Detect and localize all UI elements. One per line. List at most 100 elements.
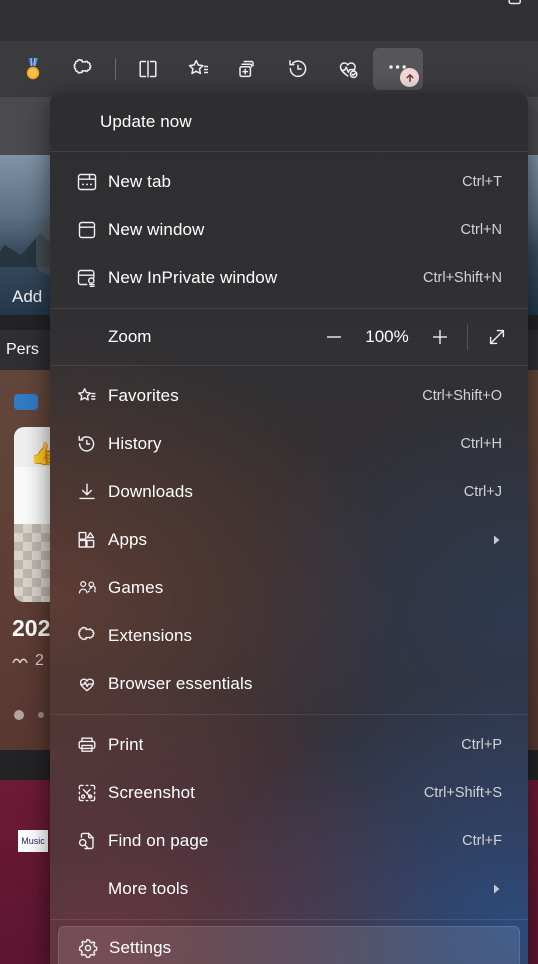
toolbar-settings-and-more-button[interactable]	[373, 48, 423, 90]
downloads-icon	[66, 481, 108, 503]
menu-item-downloads[interactable]: Downloads Ctrl+J	[58, 468, 520, 516]
menu-item-accelerator: Ctrl+P	[461, 737, 502, 753]
menu-item-label: New window	[108, 220, 205, 239]
menu-item-label: Settings	[109, 938, 172, 957]
reaction-icon	[12, 658, 28, 664]
feed-card-title: 202	[12, 615, 51, 641]
menu-item-label: History	[108, 434, 162, 453]
chevron-right-icon	[488, 883, 506, 895]
menu-item-accelerator: Ctrl+F	[462, 833, 502, 849]
minimize-icon	[462, 0, 476, 4]
menu-item-accelerator: Ctrl+T	[462, 174, 502, 190]
feed-source-icon	[14, 394, 38, 410]
apps-grid-icon	[66, 529, 108, 551]
menu-item-label: New tab	[108, 172, 172, 191]
menu-item-label: Extensions	[108, 626, 193, 645]
menu-item-label: Print	[108, 735, 144, 754]
carousel-dots[interactable]	[14, 710, 44, 720]
extensions-puzzle-icon	[71, 57, 95, 81]
toolbar-divider	[115, 58, 116, 80]
heartbeat-icon	[335, 56, 361, 82]
minimize-button[interactable]	[446, 0, 492, 12]
personalize-label: Pers	[6, 341, 39, 358]
menu-item-find-on-page[interactable]: Find on page Ctrl+F	[58, 817, 520, 865]
browser-toolbar	[0, 41, 538, 97]
menu-item-update-now[interactable]: Update now	[50, 93, 528, 151]
menu-item-new-tab[interactable]: New tab Ctrl+T	[58, 158, 520, 206]
toolbar-rewards-button[interactable]	[8, 48, 58, 90]
plus-icon	[433, 330, 447, 344]
toolbar-history-button[interactable]	[273, 48, 323, 90]
new-window-icon	[66, 219, 108, 241]
carousel-dot[interactable]	[38, 712, 44, 718]
menu-item-label: Apps	[108, 530, 148, 549]
printer-icon	[66, 734, 108, 756]
maximize-button[interactable]	[492, 0, 538, 12]
find-page-icon	[66, 830, 108, 852]
menu-item-screenshot[interactable]: Screenshot Ctrl+Shift+S	[58, 769, 520, 817]
toolbar-favorites-button[interactable]	[173, 48, 223, 90]
menu-item-accelerator: Ctrl+Shift+S	[423, 785, 502, 801]
games-icon	[66, 577, 108, 599]
menu-item-favorites[interactable]: Favorites Ctrl+Shift+O	[58, 372, 520, 420]
menu-item-label: Favorites	[108, 386, 179, 405]
screenshot-icon	[66, 782, 108, 804]
feed-next-thumbnail: Music	[18, 830, 48, 852]
zoom-in-button[interactable]	[419, 318, 461, 356]
history-clock-icon	[66, 433, 108, 455]
maximize-icon	[508, 0, 521, 5]
menu-item-accelerator: Ctrl+Shift+O	[422, 388, 502, 404]
collections-add-icon	[235, 56, 261, 82]
gear-icon	[67, 937, 109, 959]
menu-item-history[interactable]: History Ctrl+H	[58, 420, 520, 468]
menu-item-accelerator: Ctrl+J	[463, 484, 502, 500]
window-controls	[446, 0, 538, 41]
minus-icon	[327, 336, 341, 338]
menu-item-new-inprivate-window[interactable]: New InPrivate window Ctrl+Shift+N	[58, 254, 520, 302]
settings-and-more-menu: Update now New tab Ctrl+T New window Ctr…	[50, 93, 528, 964]
fullscreen-button[interactable]	[476, 318, 518, 356]
menu-item-accelerator: Ctrl+Shift+N	[423, 270, 502, 286]
menu-item-apps[interactable]: Apps	[58, 516, 520, 564]
title-bar	[0, 0, 538, 41]
inprivate-icon	[66, 267, 108, 289]
update-arrow-badge	[400, 68, 419, 87]
menu-item-label: New InPrivate window	[108, 268, 278, 287]
menu-item-label: Games	[108, 578, 164, 597]
menu-item-label: More tools	[108, 879, 189, 898]
menu-item-update-now-label: Update now	[100, 112, 192, 131]
chevron-right-icon	[488, 534, 506, 546]
menu-item-games[interactable]: Games	[58, 564, 520, 612]
extensions-puzzle-icon	[66, 625, 108, 647]
menu-item-print[interactable]: Print Ctrl+P	[58, 721, 520, 769]
menu-item-accelerator: Ctrl+H	[460, 436, 503, 452]
toolbar-extensions-button[interactable]	[58, 48, 108, 90]
favorites-star-icon	[66, 385, 108, 407]
heartbeat-icon	[66, 673, 108, 695]
favorites-star-icon	[185, 56, 211, 82]
carousel-dot-active[interactable]	[14, 710, 24, 720]
medal-icon	[20, 56, 46, 82]
toolbar-browser-essentials-button[interactable]	[323, 48, 373, 90]
toolbar-collections-button[interactable]	[223, 48, 273, 90]
zoom-value: 100%	[365, 327, 409, 346]
menu-item-label: Browser essentials	[108, 674, 253, 693]
zoom-divider	[467, 324, 468, 350]
zoom-label: Zoom	[108, 327, 152, 346]
menu-zoom-row: Zoom 100%	[50, 309, 528, 365]
menu-item-browser-essentials[interactable]: Browser essentials	[58, 660, 520, 708]
browser-window: Add Pers 👍 202 2 Music Update now New ta…	[0, 0, 538, 964]
menu-item-accelerator: Ctrl+N	[460, 222, 503, 238]
new-tab-icon	[66, 171, 108, 193]
split-screen-icon	[135, 56, 161, 82]
menu-item-more-tools[interactable]: More tools	[58, 865, 520, 913]
feed-card-subtitle: 2	[12, 652, 44, 670]
menu-item-extensions[interactable]: Extensions	[58, 612, 520, 660]
zoom-out-button[interactable]	[313, 318, 355, 356]
menu-item-label: Find on page	[108, 831, 209, 850]
menu-item-label: Screenshot	[108, 783, 195, 802]
menu-item-label: Downloads	[108, 482, 194, 501]
menu-item-new-window[interactable]: New window Ctrl+N	[58, 206, 520, 254]
menu-item-settings[interactable]: Settings	[58, 926, 520, 964]
toolbar-split-screen-button[interactable]	[123, 48, 173, 90]
